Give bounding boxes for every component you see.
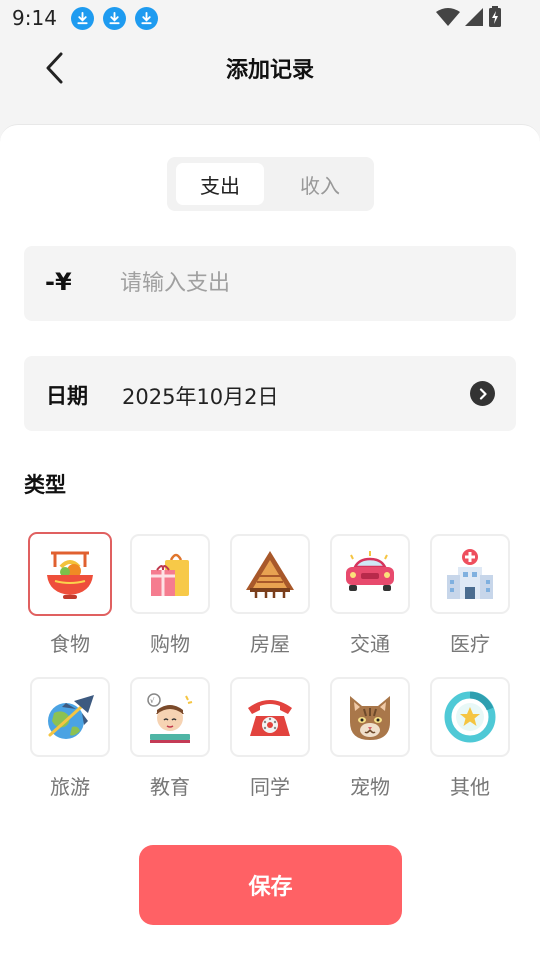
category-item-classmate[interactable]: 同学: [228, 677, 312, 800]
noodle-bowl-icon: [47, 551, 93, 599]
category-icon-box: [130, 534, 210, 614]
category-icon-box: [330, 677, 410, 757]
category-icon-box: [230, 677, 310, 757]
category-item-shopping[interactable]: 购物: [128, 534, 212, 657]
category-icon-box: [430, 534, 510, 614]
tab-expense[interactable]: 支出: [176, 163, 264, 205]
category-label: 旅游: [50, 775, 90, 799]
airplane-globe-icon: [48, 695, 94, 739]
status-bar: 9:14: [0, 0, 540, 36]
cat-icon: [350, 696, 390, 740]
star-badge-icon: [444, 691, 496, 743]
cabin-house-icon: [246, 551, 294, 598]
category-item-pet[interactable]: 宠物: [328, 677, 412, 800]
category-label: 食物: [50, 632, 90, 656]
category-label: 同学: [250, 775, 290, 799]
battery-icon: [489, 6, 501, 27]
chevron-right-circle-icon[interactable]: [470, 381, 495, 406]
date-field[interactable]: 日期 2025年10月2日: [24, 356, 516, 431]
app-bar: 添加记录: [0, 36, 540, 100]
status-icons: [436, 6, 502, 28]
category-item-food[interactable]: 食物: [28, 532, 112, 657]
category-label: 教育: [150, 775, 190, 799]
category-title: 类型: [24, 473, 66, 497]
date-label: 日期: [46, 384, 88, 408]
download-icon: [102, 6, 126, 30]
form-sheet: 支出 收入 -¥ 日期 2025年10月2日 类型 食物: [0, 124, 540, 960]
download-icon: [134, 6, 158, 30]
category-icon-box: [230, 534, 310, 614]
save-button[interactable]: 保存: [139, 845, 402, 925]
status-time: 9:14: [12, 6, 57, 30]
download-icon: [70, 6, 94, 30]
amount-field: -¥: [24, 246, 516, 321]
student-icon: √: [147, 693, 193, 743]
category-item-travel[interactable]: 旅游: [28, 677, 112, 800]
category-label: 购物: [150, 632, 190, 656]
amount-input[interactable]: [120, 260, 490, 306]
telephone-icon: [248, 700, 292, 736]
category-item-education[interactable]: √ 教育: [128, 677, 212, 800]
category-icon-box: [330, 534, 410, 614]
category-item-house[interactable]: 房屋: [228, 534, 312, 657]
category-label: 交通: [350, 632, 390, 656]
tab-income[interactable]: 收入: [276, 163, 364, 205]
date-value: 2025年10月2日: [122, 385, 279, 409]
car-icon: [346, 551, 394, 591]
category-item-other[interactable]: 其他: [428, 677, 512, 800]
shopping-bag-icon: [151, 553, 189, 596]
currency-prefix: -¥: [45, 268, 72, 296]
svg-text:√: √: [150, 697, 155, 705]
category-label: 宠物: [350, 775, 390, 799]
category-icon-box: [30, 677, 110, 757]
hospital-icon: [447, 549, 493, 599]
category-label: 房屋: [250, 632, 290, 656]
wifi-icon: [436, 8, 460, 26]
type-toggle: 支出 收入: [167, 157, 374, 211]
category-label: 医疗: [450, 632, 490, 656]
category-label: 其他: [450, 775, 490, 799]
category-icon-box: √: [130, 677, 210, 757]
category-item-medical[interactable]: 医疗: [428, 534, 512, 657]
category-item-transport[interactable]: 交通: [328, 534, 412, 657]
page-title: 添加记录: [225, 58, 314, 83]
category-icon-box: [430, 677, 510, 757]
category-icon-box: [28, 532, 112, 616]
signal-icon: [465, 8, 483, 26]
